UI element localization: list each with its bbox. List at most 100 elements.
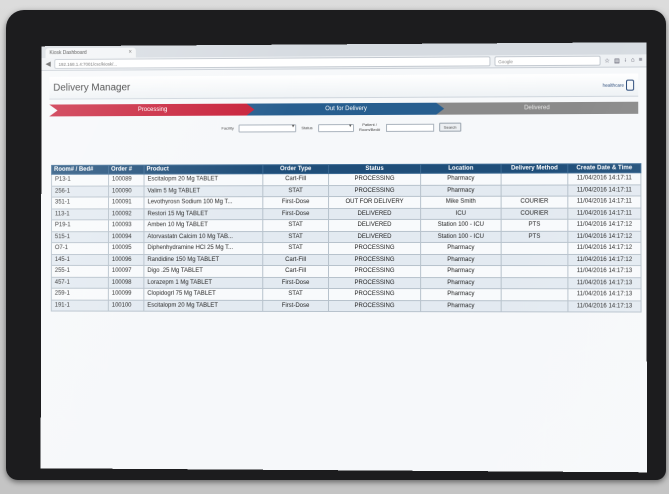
column-header[interactable]: Order # <box>108 165 145 175</box>
product-cell: Lorazepm 1 Mg TABLET <box>143 276 263 289</box>
create-date-cell: 11/04/2016 14:17:11 <box>567 172 641 185</box>
delivery-method-cell <box>501 172 568 185</box>
room-bed-cell: 457-1 <box>51 276 109 289</box>
delivery-method-cell: PTS <box>501 219 568 231</box>
room-bed-cell: 255-1 <box>51 265 109 277</box>
create-date-cell: 11/04/2016 14:17:12 <box>567 230 641 243</box>
order-number-cell: 100094 <box>108 231 144 243</box>
tab-title: Kiosk Dashboard <box>49 49 87 57</box>
browser-tab[interactable]: Kiosk Dashboard × <box>45 47 136 59</box>
brand-logo: healthcare <box>602 79 639 91</box>
step-processing[interactable]: Processing <box>49 104 256 117</box>
order-number-cell: 100099 <box>108 288 144 300</box>
table-row[interactable]: 255-1 100097 Digo .25 Mg TABLET Cart-Fill PR… <box>51 265 642 278</box>
column-header[interactable]: Product <box>144 164 263 175</box>
facility-select[interactable] <box>238 123 297 133</box>
delivery-method-cell <box>501 253 568 266</box>
table-row[interactable]: 259-1 100099 Clopidogrl 75 Mg TABLET STAT PR… <box>51 288 642 301</box>
status-cell: PROCESSING <box>328 184 421 197</box>
room-bed-cell: 145-1 <box>51 254 109 266</box>
home-icon[interactable]: ⌂ <box>631 57 635 64</box>
reading-list-icon[interactable]: ▤ <box>614 57 620 64</box>
table-row[interactable]: P19-1 100093 Amben 10 Mg TABLET STAT DELIVER… <box>51 219 641 232</box>
location-cell: Pharmacy <box>420 300 502 312</box>
address-bar[interactable]: 192.168.1.4:7001/csc/kiosk/... <box>54 56 491 69</box>
table-row[interactable]: O7-1 100095 Diphenhydramine HCl 25 Mg T...… <box>51 242 641 255</box>
menu-icon[interactable]: ≡ <box>639 57 643 64</box>
product-cell: Amben 10 Mg TABLET <box>143 219 263 232</box>
status-cell: PROCESSING <box>328 173 421 186</box>
product-cell: Atorvastatn Calcim 10 Mg TAB... <box>143 231 263 243</box>
product-cell: Randidine 150 Mg TABLET <box>143 254 263 266</box>
step-out-for-delivery[interactable]: Out for Delivery <box>247 103 447 116</box>
logo-text: healthcare <box>602 82 624 88</box>
column-header[interactable]: Delivery Method <box>501 163 568 174</box>
delivery-method-cell <box>501 300 568 312</box>
order-type-cell: Cart-Fill <box>262 173 329 186</box>
order-type-cell: First-Dose <box>262 299 329 312</box>
status-cell: DELIVERED <box>328 230 421 243</box>
product-cell: Diphenhydramine HCl 25 Mg T... <box>143 242 263 255</box>
room-bed-cell: P13-1 <box>51 174 109 186</box>
location-cell: Pharmacy <box>420 288 502 301</box>
table-row[interactable]: 191-1 100100 Escitalopm 20 Mg TABLET First-… <box>51 299 642 313</box>
create-date-cell: 11/04/2016 14:17:13 <box>567 277 642 289</box>
location-cell: Pharmacy <box>420 265 502 278</box>
order-type-cell: First-Dose <box>262 276 329 289</box>
table-body: P13-1 100089 Escitalopm 20 Mg TABLET Cart-F… <box>51 172 642 313</box>
location-cell: Station 100 - ICU <box>420 230 502 243</box>
close-tab-icon[interactable]: × <box>128 50 131 56</box>
table-row[interactable]: 145-1 100096 Randidine 150 Mg TABLET Cart-F… <box>51 253 642 266</box>
star-icon[interactable]: ☆ <box>604 57 609 64</box>
patient-input[interactable] <box>385 123 434 132</box>
table-row[interactable]: 515-1 100094 Atorvastatn Calcim 10 Mg TAB.… <box>51 230 641 243</box>
step-delivered[interactable]: Delivered <box>436 102 638 115</box>
room-bed-cell: 259-1 <box>51 288 109 300</box>
back-icon[interactable]: ◀ <box>45 60 50 68</box>
status-cell: PROCESSING <box>328 276 421 289</box>
room-bed-cell: 113-1 <box>51 208 109 220</box>
order-type-cell: STAT <box>262 185 329 197</box>
create-date-cell: 11/04/2016 14:17:11 <box>567 184 641 197</box>
create-date-cell: 11/04/2016 14:17:12 <box>567 219 641 231</box>
toolbar-icons: ☆ ▤ ↓ ⌂ ≡ <box>604 57 642 64</box>
product-cell: Digo .25 Mg TABLET <box>143 265 263 277</box>
delivery-method-cell <box>501 288 568 301</box>
create-date-cell: 11/04/2016 14:17:11 <box>567 195 641 208</box>
column-header[interactable]: Room# / Bed# <box>51 165 109 175</box>
location-cell: Mike Smith <box>420 196 502 208</box>
facility-label: Facility <box>221 125 234 131</box>
order-type-cell: STAT <box>262 219 329 232</box>
download-icon[interactable]: ↓ <box>624 57 627 64</box>
product-cell: Valim 5 Mg TABLET <box>144 185 263 197</box>
column-header[interactable]: Order Type <box>262 164 329 174</box>
column-header[interactable]: Status <box>328 164 421 174</box>
delivery-method-cell: PTS <box>501 230 568 243</box>
screen: Kiosk Dashboard × ◀ 192.168.1.4:7001/csc… <box>40 42 647 473</box>
status-cell: PROCESSING <box>328 253 421 266</box>
create-date-cell: 11/04/2016 14:17:13 <box>567 288 642 301</box>
delivery-method-cell <box>501 277 568 289</box>
status-select[interactable] <box>317 123 354 132</box>
order-number-cell: 100097 <box>108 265 144 277</box>
order-number-cell: 100091 <box>108 196 145 209</box>
product-cell: Clopidogrl 75 Mg TABLET <box>143 288 263 300</box>
status-label: Status <box>301 125 313 131</box>
browser-search-input[interactable]: Google <box>494 55 601 67</box>
search-button[interactable]: Search <box>438 122 462 132</box>
location-cell: Pharmacy <box>420 242 502 254</box>
product-cell: Restori 15 Mg TABLET <box>143 208 263 220</box>
patient-label: Patient / Room/Bed# <box>359 121 381 132</box>
table-row[interactable]: 351-1 100091 Levothyrosn Sodium 100 Mg T..… <box>51 195 641 209</box>
column-header[interactable]: Create Date & Time <box>567 163 641 173</box>
table-row[interactable]: 113-1 100092 Restori 15 Mg TABLET First-Dos… <box>51 207 641 220</box>
create-date-cell: 11/04/2016 14:17:12 <box>567 253 642 266</box>
order-type-cell: Cart-Fill <box>262 254 329 266</box>
order-number-cell: 100098 <box>108 276 144 289</box>
delivery-method-cell: COURIER <box>501 196 568 208</box>
location-cell: ICU <box>420 207 502 220</box>
column-header[interactable]: Location <box>420 164 502 174</box>
create-date-cell: 11/04/2016 14:17:13 <box>567 300 642 313</box>
table-row[interactable]: 457-1 100098 Lorazepm 1 Mg TABLET First-Dos… <box>51 276 642 289</box>
product-cell: Escitalopm 20 Mg TABLET <box>144 173 263 186</box>
